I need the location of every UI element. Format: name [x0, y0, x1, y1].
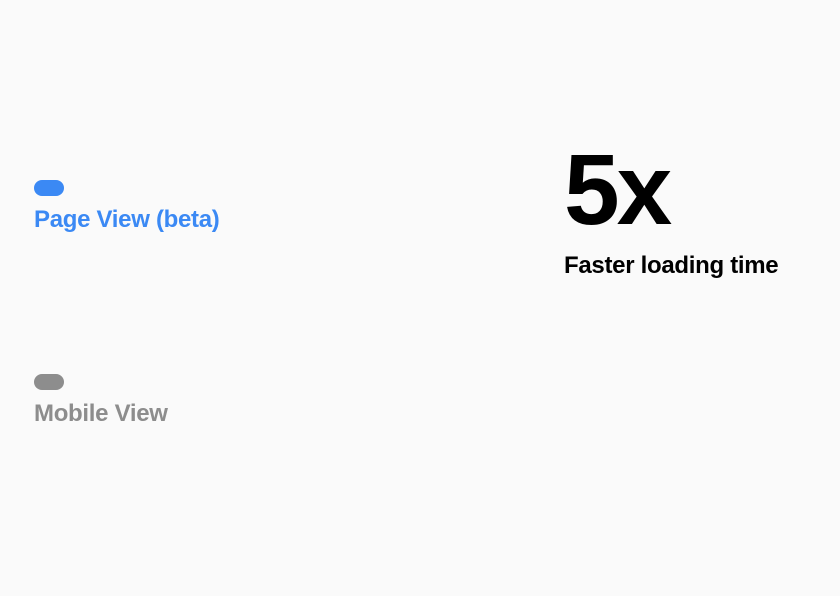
option-label: Mobile View [34, 400, 220, 428]
view-options: Page View (beta) Mobile View [34, 180, 220, 428]
metric-caption: Faster loading time [564, 252, 778, 280]
option-mobile-view[interactable]: Mobile View [34, 374, 220, 428]
option-label: Page View (beta) [34, 206, 220, 234]
toggle-icon[interactable] [34, 180, 64, 196]
toggle-icon[interactable] [34, 374, 64, 390]
metric-block: 5x Faster loading time [564, 140, 778, 280]
option-page-view[interactable]: Page View (beta) [34, 180, 220, 234]
metric-value: 5x [564, 140, 778, 240]
